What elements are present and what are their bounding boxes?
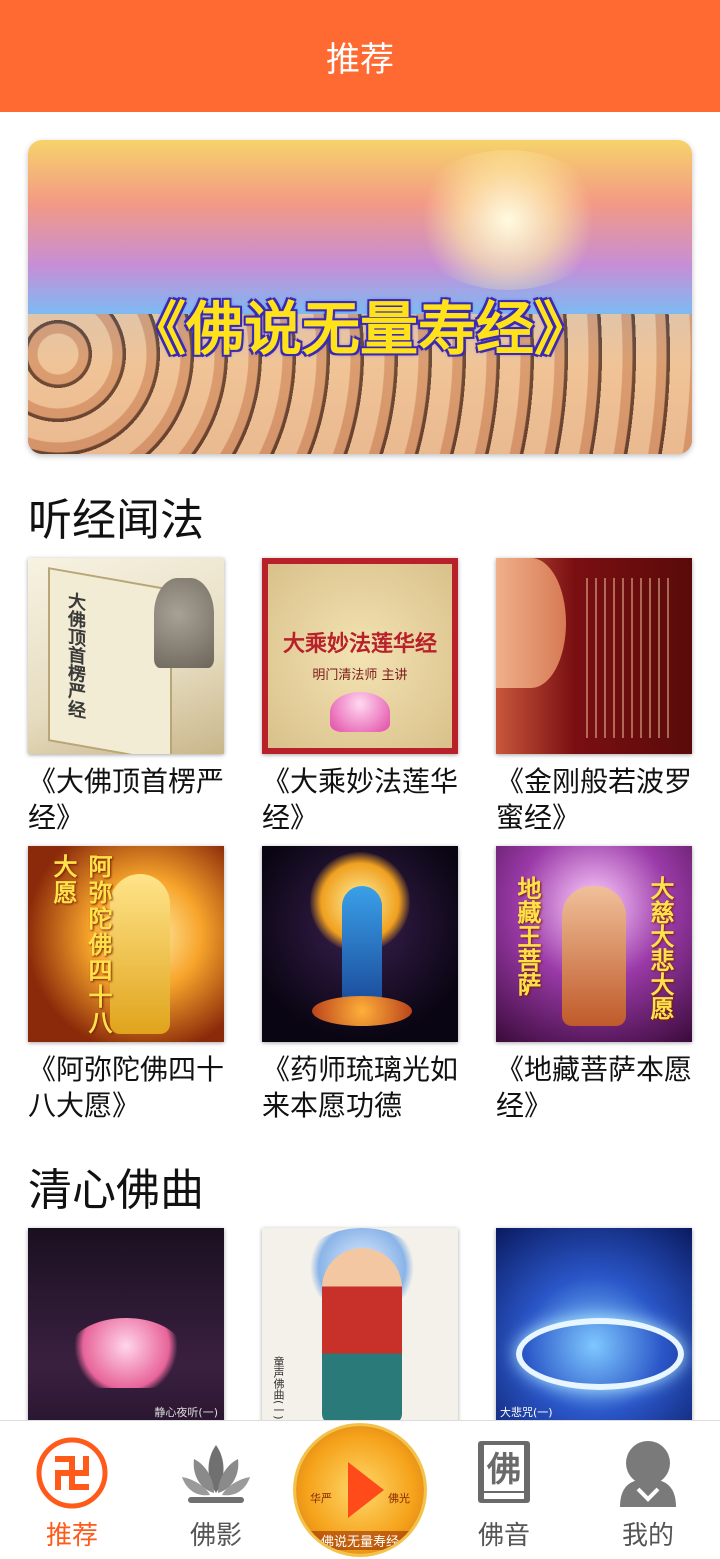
- center-side-label-right: 佛光: [388, 1492, 410, 1505]
- thumbnail-title: 大乘妙法莲华经: [282, 632, 437, 657]
- sutra-card-amitabha[interactable]: 阿弥陀佛四十八大愿 《阿弥陀佛四十八大愿》: [28, 846, 224, 1124]
- lotus-base-image: [312, 996, 412, 1026]
- lotus-image: [68, 1318, 184, 1388]
- sutra-thumbnail: 阿弥陀佛四十八大愿: [28, 846, 224, 1042]
- lotus-icon: [182, 1445, 250, 1503]
- music-card-2[interactable]: 童声佛曲(一): [262, 1228, 458, 1424]
- thumbnail-title-right: 大慈大悲大愿: [646, 876, 674, 1020]
- lion-statue-image: [154, 578, 214, 668]
- tab-label: 佛音: [477, 1521, 530, 1551]
- sutra-card-shurangama[interactable]: 大佛顶首楞严经 《大佛顶首楞严经》: [28, 558, 224, 836]
- thumbnail-label: 静心夜听(一): [154, 1406, 218, 1419]
- tab-label: 我的: [621, 1521, 674, 1551]
- book-icon: 佛: [478, 1441, 530, 1503]
- section-title-music: 清心佛曲: [28, 1165, 204, 1216]
- banner-glow: [408, 150, 608, 290]
- tab-buddha-videos[interactable]: 佛影: [144, 1421, 288, 1559]
- banner-title: 《佛说无量寿经》: [127, 295, 592, 363]
- sutra-caption: 《地藏菩萨本愿经》: [496, 1053, 693, 1122]
- music-thumbnail: 静心夜听(一): [28, 1228, 224, 1424]
- play-button[interactable]: 华严 佛光 佛说无量寿经: [296, 1426, 424, 1554]
- scripture-text-image: [586, 578, 676, 738]
- app-header: 推荐: [0, 0, 720, 112]
- sutra-thumbnail: [496, 558, 692, 754]
- thumbnail-label: 大悲咒(一): [500, 1406, 553, 1419]
- sutra-caption: 《金刚般若波罗蜜经》: [496, 765, 693, 834]
- sutra-thumbnail: [262, 846, 458, 1042]
- tab-label: 佛影: [189, 1521, 242, 1551]
- sutra-thumbnail: 大乘妙法莲华经 明门清法师 主讲: [262, 558, 458, 754]
- center-side-label-left: 华严: [310, 1492, 332, 1505]
- buddha-figure-image: [110, 874, 170, 1034]
- sutra-card-lotus[interactable]: 大乘妙法莲华经 明门清法师 主讲 《大乘妙法莲华经》: [262, 558, 458, 836]
- swastika-icon: [36, 1437, 108, 1509]
- section-title-sutras: 听经闻法: [28, 495, 204, 546]
- thumbnail-title: 阿弥陀佛四十八大愿: [49, 854, 112, 1036]
- music-card-1[interactable]: 静心夜听(一): [28, 1228, 224, 1424]
- thumbnail-label: 童声佛曲(一): [272, 1356, 285, 1420]
- tab-mine[interactable]: 我的: [576, 1421, 720, 1559]
- thumbnail-title-left: 地藏王菩萨: [513, 876, 541, 996]
- center-label: 佛说无量寿经: [296, 1531, 424, 1550]
- profile-icon: [620, 1441, 676, 1507]
- featured-banner[interactable]: 《佛说无量寿经》: [28, 140, 692, 454]
- sutra-card-diamond[interactable]: 《金刚般若波罗蜜经》: [496, 558, 692, 836]
- bodhisattva-figure-image: [562, 886, 626, 1026]
- sutra-thumbnail: 地藏王菩萨 大慈大悲大愿: [496, 846, 692, 1042]
- child-figure-image: [322, 1248, 402, 1424]
- sutra-caption: 《阿弥陀佛四十八大愿》: [28, 1053, 225, 1122]
- sutra-thumbnail: 大佛顶首楞严经: [28, 558, 224, 754]
- tab-buddha-audio[interactable]: 佛 佛音: [432, 1421, 576, 1559]
- svg-text:佛: 佛: [486, 1450, 521, 1490]
- music-thumbnail: 童声佛曲(一): [262, 1228, 458, 1424]
- play-icon: [348, 1462, 384, 1518]
- light-ring-image: [516, 1318, 684, 1390]
- music-card-3[interactable]: 大悲咒(一): [496, 1228, 692, 1424]
- lotus-image: [330, 692, 390, 732]
- buddha-face-image: [496, 558, 566, 688]
- sutra-caption: 《大乘妙法莲华经》: [262, 765, 459, 834]
- music-thumbnail: 大悲咒(一): [496, 1228, 692, 1424]
- sutra-caption: 《大佛顶首楞严经》: [28, 765, 225, 834]
- sutra-card-ksitigarbha[interactable]: 地藏王菩萨 大慈大悲大愿 《地藏菩萨本愿经》: [496, 846, 692, 1124]
- sutra-card-medicine-buddha[interactable]: 《药师琉璃光如来本愿功德: [262, 846, 458, 1124]
- sutra-caption: 《药师琉璃光如来本愿功德: [262, 1053, 459, 1122]
- page-title: 推荐: [326, 39, 394, 80]
- tab-label: 推荐: [45, 1521, 98, 1551]
- thumbnail-subtitle: 明门清法师 主讲: [312, 668, 408, 683]
- tab-recommend[interactable]: 推荐: [0, 1421, 144, 1559]
- buddha-figure-image: [342, 886, 382, 1006]
